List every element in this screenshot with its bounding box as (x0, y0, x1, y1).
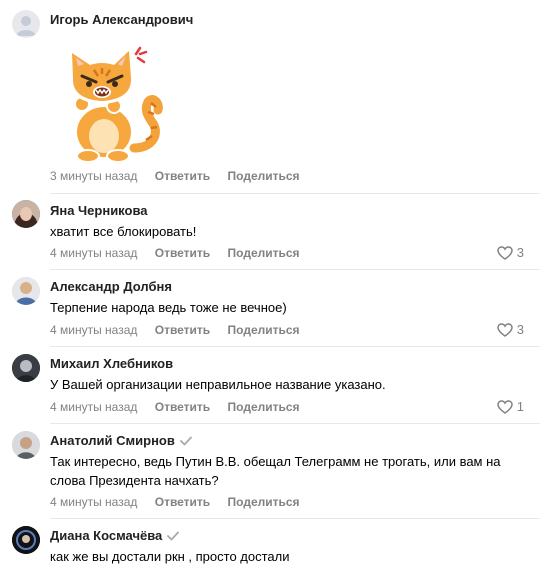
heart-icon (497, 245, 513, 260)
author-name-label: Анатолий Смирнов (50, 433, 175, 448)
verified-checkmark-icon (179, 434, 192, 449)
author-name[interactable]: Александр Долбня (50, 279, 172, 294)
share-button[interactable]: Поделиться (228, 495, 300, 509)
default-avatar-icon (16, 16, 36, 36)
divider (50, 518, 540, 519)
author-name[interactable]: Игорь Александрович (50, 12, 193, 27)
divider (50, 346, 540, 347)
avatar[interactable] (12, 526, 40, 554)
share-button[interactable]: Поделиться (228, 246, 300, 260)
divider (50, 269, 540, 270)
heart-icon (497, 322, 513, 337)
reply-button[interactable]: Ответить (155, 400, 210, 414)
divider (50, 193, 540, 194)
comment-text: Так интересно, ведь Путин В.В. обещал Те… (50, 454, 501, 488)
comment-meta: 4 минуты назад Ответить Поделиться (50, 246, 314, 260)
comment-meta: 4 минуты назад Ответить Поделиться (50, 323, 314, 337)
share-button[interactable]: Поделиться (228, 169, 300, 183)
comment-time[interactable]: 4 минуты назад (50, 400, 137, 414)
comment-meta: 4 минуты назад Ответить Поделиться (50, 400, 314, 414)
avatar-photo-icon (12, 200, 40, 228)
reply-button[interactable]: Ответить (155, 169, 210, 183)
avatar-photo-icon (12, 526, 40, 554)
sticker-image (56, 40, 168, 163)
author-name[interactable]: Диана Космачёва (50, 528, 180, 544)
author-name[interactable]: Яна Черникова (50, 203, 148, 218)
share-button[interactable]: Поделиться (228, 400, 300, 414)
like-button[interactable]: 3 (497, 322, 524, 337)
author-name[interactable]: Михаил Хлебников (50, 356, 173, 371)
comment-time[interactable]: 3 минуты назад (50, 169, 137, 183)
comment-text: Терпение народа ведь тоже не вечное) (50, 300, 287, 315)
author-name-label: Диана Космачёва (50, 528, 163, 543)
like-count: 3 (516, 245, 524, 260)
verified-checkmark-icon (167, 529, 180, 544)
comment-time[interactable]: 4 минуты назад (50, 323, 137, 337)
comment-time[interactable]: 4 минуты назад (50, 495, 137, 509)
heart-icon (497, 399, 513, 414)
comment-meta: 3 минуты назад Ответить Поделиться (50, 169, 314, 183)
avatar[interactable] (12, 200, 40, 228)
reply-button[interactable]: Ответить (155, 323, 210, 337)
comment-meta: 4 минуты назад Ответить Поделиться (50, 495, 314, 509)
angry-cat-sticker-icon (68, 46, 166, 163)
avatar[interactable] (12, 277, 40, 305)
like-button[interactable]: 1 (497, 399, 524, 414)
comment-text: как же вы достали ркн , просто достали (50, 549, 290, 564)
like-button[interactable]: 3 (497, 245, 524, 260)
reply-button[interactable]: Ответить (155, 495, 210, 509)
like-count: 3 (516, 322, 524, 337)
avatar-photo-icon (12, 431, 40, 459)
reply-button[interactable]: Ответить (155, 246, 210, 260)
comment-text: хватит все блокировать! (50, 224, 197, 239)
avatar[interactable] (12, 10, 40, 38)
avatar[interactable] (12, 354, 40, 382)
avatar[interactable] (12, 431, 40, 459)
share-button[interactable]: Поделиться (228, 323, 300, 337)
divider (50, 423, 540, 424)
comment-time[interactable]: 4 минуты назад (50, 246, 137, 260)
author-name[interactable]: Анатолий Смирнов (50, 433, 192, 449)
avatar-photo-icon (12, 354, 40, 382)
comment-text: У Вашей организации неправильное названи… (50, 377, 386, 392)
avatar-photo-icon (12, 277, 40, 305)
like-count: 1 (516, 399, 524, 414)
